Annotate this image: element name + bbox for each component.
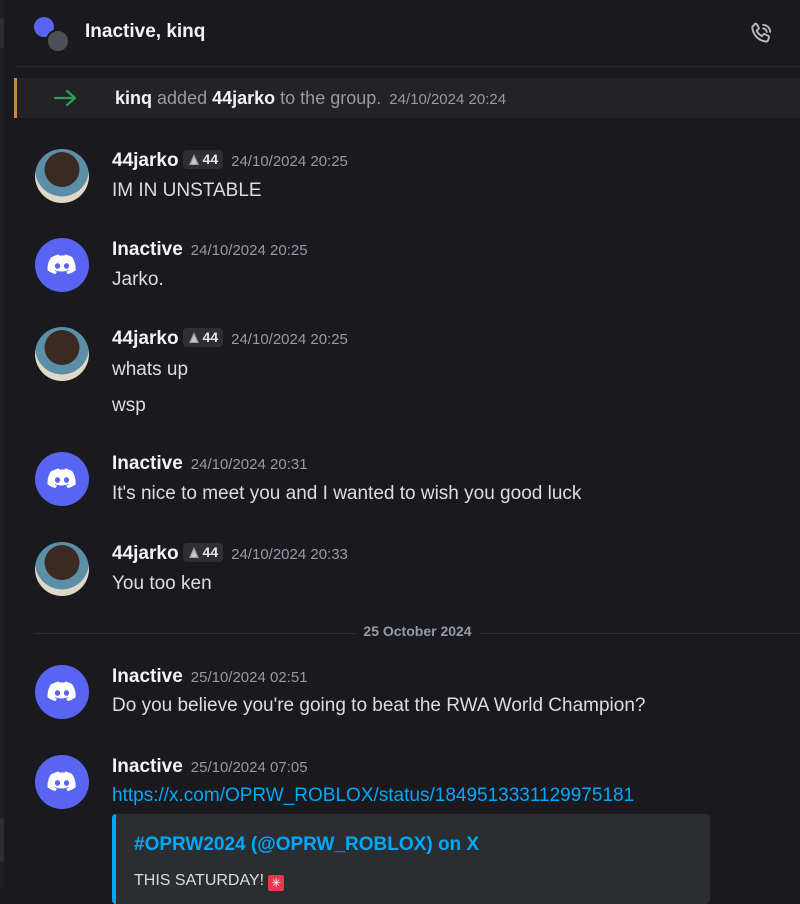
system-action: added	[157, 88, 208, 108]
start-voice-call-icon[interactable]	[748, 21, 774, 47]
actor-name[interactable]: kinq	[115, 88, 152, 108]
discord-logo-icon	[47, 468, 76, 489]
tag-badge-icon	[188, 154, 199, 165]
avatar[interactable]	[35, 327, 89, 381]
tag-badge-icon	[188, 332, 199, 343]
channel-header: Inactive, kinq	[14, 0, 800, 67]
avatar[interactable]	[35, 238, 89, 292]
timestamp: 24/10/2024 20:31	[190, 456, 308, 473]
timestamp: 25/10/2024 02:51	[190, 669, 308, 686]
embed-description: THIS SATURDAY! ✳	[134, 872, 285, 891]
author-name[interactable]: 44jarko	[112, 543, 179, 564]
author-name[interactable]: Inactive	[112, 239, 183, 260]
target-name[interactable]: 44jarko	[212, 88, 275, 108]
tag-label: 44	[202, 151, 219, 167]
date-divider-label: 25 October 2024	[355, 623, 480, 639]
message-text: whats up	[112, 359, 189, 380]
timestamp: 24/10/2024 20:25	[190, 242, 308, 259]
system-suffix: to the group.	[280, 88, 382, 108]
tag-label: 44	[202, 544, 219, 560]
date-divider: 25 October 2024	[35, 623, 800, 639]
author-name[interactable]: 44jarko	[112, 150, 179, 171]
guild-tag[interactable]: 44	[182, 543, 224, 562]
rail-nub	[0, 818, 4, 862]
discord-logo-icon	[47, 771, 76, 792]
discord-logo-icon	[47, 254, 76, 275]
rail-nub	[0, 18, 4, 48]
avatar[interactable]	[35, 452, 89, 506]
message-text: wsp	[112, 395, 146, 416]
sparkle-emoji-icon: ✳	[268, 875, 285, 891]
message-text: Jarko.	[112, 269, 164, 290]
system-message-member-added: kinq added 44jarko to the group. 24/10/2…	[14, 78, 800, 118]
tag-label: 44	[202, 329, 219, 345]
guild-tag[interactable]: 44	[182, 150, 224, 169]
message-text: You too ken	[112, 573, 212, 594]
link-embed: #OPRW2024 (@OPRW_ROBLOX) on X THIS SATUR…	[112, 814, 710, 904]
arrow-right-icon	[53, 89, 77, 107]
guild-tag[interactable]: 44	[182, 328, 224, 347]
message-link[interactable]: https://x.com/OPRW_ROBLOX/status/1849513…	[112, 785, 634, 807]
timestamp: 24/10/2024 20:25	[231, 153, 348, 170]
message-text: It's nice to meet you and I wanted to wi…	[112, 483, 582, 504]
timestamp: 24/10/2024 20:25	[231, 331, 348, 348]
group-dm-icon	[34, 17, 70, 53]
author-name[interactable]: Inactive	[112, 453, 183, 474]
avatar[interactable]	[35, 665, 89, 719]
embed-title[interactable]: #OPRW2024 (@OPRW_ROBLOX) on X	[134, 834, 479, 856]
server-rail-edge	[0, 0, 4, 887]
channel-title: Inactive, kinq	[85, 21, 206, 42]
embed-description-text: THIS SATURDAY!	[134, 872, 265, 889]
author-name[interactable]: Inactive	[112, 756, 183, 777]
avatar[interactable]	[35, 755, 89, 809]
timestamp: 24/10/2024 20:33	[231, 546, 348, 563]
avatar[interactable]	[35, 149, 89, 203]
system-message-text: kinq added 44jarko to the group. 24/10/2…	[115, 88, 506, 109]
avatar[interactable]	[35, 542, 89, 596]
discord-logo-icon	[47, 681, 76, 702]
message-text: Do you believe you're going to beat the …	[112, 695, 646, 716]
timestamp: 24/10/2024 20:24	[389, 91, 507, 108]
tag-badge-icon	[188, 547, 199, 558]
author-name[interactable]: Inactive	[112, 666, 183, 687]
timestamp: 25/10/2024 07:05	[190, 759, 308, 776]
author-name[interactable]: 44jarko	[112, 328, 179, 349]
message-text: IM IN UNSTABLE	[112, 180, 262, 201]
